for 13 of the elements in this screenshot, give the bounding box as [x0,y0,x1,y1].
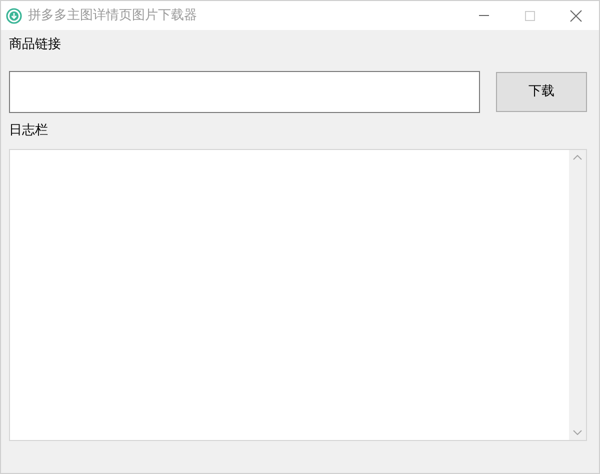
scrollbar[interactable] [569,150,586,440]
minimize-icon [479,15,489,16]
download-button[interactable]: 下载 [496,72,587,112]
link-label: 商品链接 [9,36,61,54]
download-icon [6,8,22,24]
link-field[interactable] [9,71,480,113]
window-title: 拼多多主图详情页图片下载器 [28,6,197,25]
scroll-up-icon[interactable] [573,155,582,160]
close-icon [570,10,582,22]
log-area[interactable] [9,149,587,441]
log-label: 日志栏 [9,122,48,140]
maximize-icon [525,10,535,20]
scroll-down-icon[interactable] [573,430,582,435]
